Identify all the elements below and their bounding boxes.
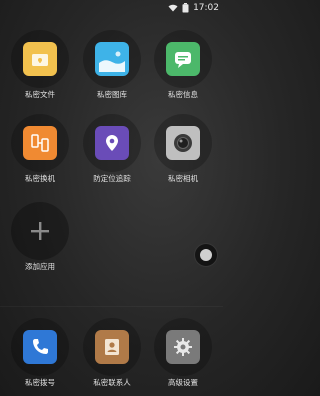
app-label: 防定位追踪 xyxy=(93,174,131,183)
app-private-phone-transfer[interactable]: 私密换机 xyxy=(10,114,70,190)
message-icon xyxy=(166,42,200,76)
app-private-gallery[interactable]: 私密图库 xyxy=(82,30,142,106)
app-private-camera[interactable]: 私密相机 xyxy=(153,114,213,190)
add-app-button[interactable]: 添加应用 xyxy=(10,202,70,278)
app-advanced-settings[interactable]: 高级设置 xyxy=(153,318,213,394)
folder-icon xyxy=(23,42,57,76)
app-label: 私密图库 xyxy=(97,90,127,99)
app-halo xyxy=(11,318,69,376)
app-halo xyxy=(83,30,141,88)
floating-assistive-button[interactable] xyxy=(194,243,218,267)
phone-transfer-icon xyxy=(23,126,57,160)
gallery-icon xyxy=(95,42,129,76)
app-halo xyxy=(11,202,69,260)
app-halo xyxy=(154,30,212,88)
app-private-dialer[interactable]: 私密拨号 xyxy=(10,318,70,394)
app-label: 私密文件 xyxy=(25,90,55,99)
app-halo xyxy=(11,30,69,88)
app-label: 私密拨号 xyxy=(25,378,55,387)
phone-icon xyxy=(23,330,57,364)
app-label: 私密联系人 xyxy=(93,378,131,387)
app-label: 私密信息 xyxy=(168,90,198,99)
app-label: 私密相机 xyxy=(168,174,198,183)
add-icon xyxy=(23,214,57,248)
app-anti-tracking[interactable]: 防定位追踪 xyxy=(82,114,142,190)
contacts-icon xyxy=(95,330,129,364)
camera-icon xyxy=(166,126,200,160)
app-private-contacts[interactable]: 私密联系人 xyxy=(82,318,142,394)
app-halo xyxy=(83,318,141,376)
app-private-messages[interactable]: 私密信息 xyxy=(153,30,213,106)
app-label: 高级设置 xyxy=(168,378,198,387)
assistive-dot-icon xyxy=(200,249,212,261)
app-halo xyxy=(11,114,69,172)
app-private-files[interactable]: 私密文件 xyxy=(10,30,70,106)
app-grid: 私密文件 私密图库 私密信息 私密换机 防定位追踪 私密相机 添加应用 私密拨号… xyxy=(0,0,223,396)
app-label: 私密换机 xyxy=(25,174,55,183)
app-halo xyxy=(83,114,141,172)
app-halo xyxy=(154,318,212,376)
app-label: 添加应用 xyxy=(25,262,55,271)
app-halo xyxy=(154,114,212,172)
settings-gear-icon xyxy=(166,330,200,364)
location-pin-icon xyxy=(95,126,129,160)
